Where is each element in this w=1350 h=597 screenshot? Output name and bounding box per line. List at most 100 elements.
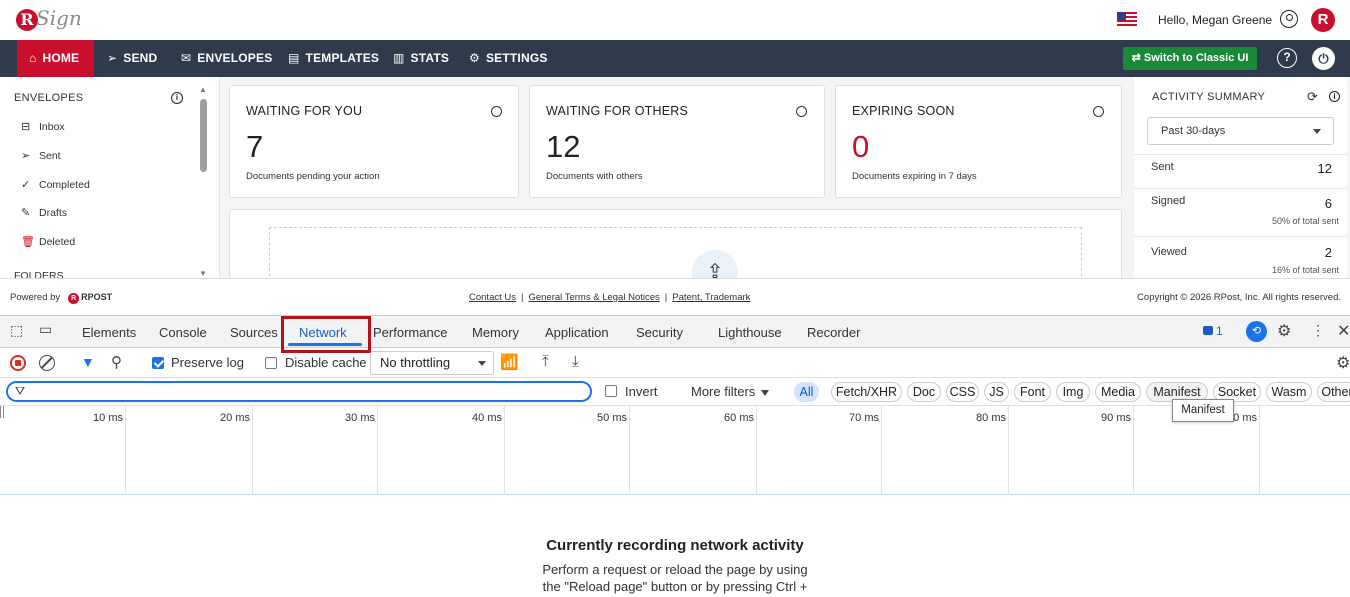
filter-chip-fetch-xhr[interactable]: Fetch/XHR <box>831 382 902 402</box>
patent-link[interactable]: Patent, Trademark <box>672 292 750 303</box>
filter-chip-media[interactable]: Media <box>1095 382 1141 402</box>
tab-application[interactable]: Application <box>545 325 609 340</box>
ai-assistant-icon[interactable]: ⟲ <box>1246 321 1267 342</box>
help-icon[interactable]: ? <box>1277 48 1297 68</box>
card-waiting-for-you[interactable]: WAITING FOR YOU 7 Documents pending your… <box>229 85 519 198</box>
tab-lighthouse[interactable]: Lighthouse <box>718 325 782 340</box>
scroll-down-icon[interactable]: ▼ <box>199 269 207 278</box>
terms-link[interactable]: General Terms & Legal Notices <box>528 292 659 303</box>
network-conditions-icon[interactable]: 📶 <box>500 353 519 371</box>
scroll-up-icon[interactable]: ▲ <box>199 85 207 94</box>
filter-chip-doc[interactable]: Doc <box>907 382 941 402</box>
contact-us-link[interactable]: Contact Us <box>469 292 516 303</box>
clock-icon <box>491 106 502 117</box>
nav-templates[interactable]: ▤ TEMPLATES <box>288 40 379 77</box>
gear-icon: ⚙ <box>469 51 480 65</box>
sidebar-scrollbar[interactable]: ▲ ▼ <box>199 85 208 278</box>
empty-state-line: Perform a request or reload the page by … <box>542 562 808 577</box>
activity-row-viewed: Viewed 2 16% of total sent <box>1134 236 1347 278</box>
nav-send[interactable]: ➢ SEND <box>107 40 157 77</box>
switch-classic-ui-button[interactable]: ⇄ Switch to Classic UI <box>1123 47 1257 70</box>
more-filters-dropdown[interactable]: More filters <box>691 384 770 399</box>
filter-chip-img[interactable]: Img <box>1056 382 1090 402</box>
network-settings-icon[interactable]: ⚙ <box>1336 353 1350 373</box>
tab-elements[interactable]: Elements <box>82 325 136 340</box>
rpost-logo[interactable]: R RPOST <box>68 292 112 304</box>
page-footer: Powered by R RPOST Contact Us | General Term… <box>0 278 1350 315</box>
filter-icon[interactable]: ▼ <box>81 354 95 370</box>
scrollbar-thumb[interactable] <box>200 99 207 172</box>
sidebar-item-drafts[interactable]: ✎ Drafts <box>21 206 67 219</box>
preserve-log-checkbox[interactable] <box>152 357 164 369</box>
us-flag-icon[interactable] <box>1117 12 1137 27</box>
stop-recording-icon[interactable] <box>10 355 26 371</box>
clock-icon <box>796 106 807 117</box>
clear-icon[interactable] <box>39 355 55 371</box>
filter-chip-font[interactable]: Font <box>1014 382 1051 402</box>
throttling-value: No throttling <box>380 355 451 370</box>
tick-line <box>1008 406 1009 495</box>
tab-recorder[interactable]: Recorder <box>807 325 860 340</box>
inbox-icon: ⊟ <box>21 121 31 133</box>
card-expiring-soon[interactable]: EXPIRING SOON 0 Documents expiring in 7 … <box>835 85 1122 198</box>
network-filterbar: ⛛ Invert More filters All Fetch/XHR Doc … <box>0 378 1350 406</box>
export-har-icon[interactable]: ⤓ <box>572 353 579 370</box>
tab-security[interactable]: Security <box>636 325 683 340</box>
period-select[interactable]: Past 30-days <box>1147 117 1334 145</box>
inspect-element-icon[interactable]: ⬚ <box>10 322 23 339</box>
import-har-icon[interactable]: ⤒ <box>542 353 549 370</box>
network-timeline-overview[interactable]: 10 ms 20 ms 30 ms 40 ms 50 ms 60 ms 70 m… <box>0 406 1350 495</box>
timeline-handle[interactable] <box>0 406 4 418</box>
nav-home[interactable]: ⌂ HOME <box>17 40 94 77</box>
card-waiting-for-others[interactable]: WAITING FOR OTHERS 12 Documents with oth… <box>529 85 825 198</box>
info-icon[interactable]: i <box>1329 91 1340 102</box>
search-icon[interactable]: ⚲ <box>111 353 122 371</box>
filter-chip-js[interactable]: JS <box>984 382 1009 402</box>
disable-cache-checkbox[interactable] <box>265 357 277 369</box>
powered-by-label: Powered by <box>10 292 61 303</box>
filter-chip-css[interactable]: CSS <box>946 382 979 402</box>
upload-dropzone[interactable]: ⇪ <box>269 227 1082 278</box>
tab-console[interactable]: Console <box>159 325 207 340</box>
upload-icon[interactable]: ⇪ <box>692 250 738 278</box>
close-icon[interactable]: ✕ <box>1337 321 1350 341</box>
device-toolbar-icon[interactable]: ▭ <box>39 321 52 338</box>
refresh-icon[interactable]: ⟳ <box>1307 89 1318 105</box>
info-icon[interactable]: i <box>171 92 183 104</box>
empty-state-line: the "Reload page" button or by pressing … <box>542 579 808 594</box>
invert-label[interactable]: Invert <box>625 384 658 399</box>
nav-envelopes[interactable]: ✉ ENVELOPES <box>181 40 272 77</box>
preserve-log-label[interactable]: Preserve log <box>171 355 244 370</box>
filter-chip-wasm[interactable]: Wasm <box>1266 382 1312 402</box>
manifest-tooltip: Manifest <box>1172 399 1234 422</box>
tick-label: 80 ms <box>976 412 1006 424</box>
sidebar-item-completed[interactable]: ✓ Completed <box>21 178 90 191</box>
more-options-icon[interactable]: ⋮ <box>1311 322 1325 339</box>
power-icon[interactable]: ⏻ <box>1312 47 1335 70</box>
send-icon: ➢ <box>107 51 118 65</box>
tab-sources[interactable]: Sources <box>230 325 278 340</box>
messages-badge[interactable]: 1 <box>1203 324 1223 338</box>
chevron-down-icon <box>1313 129 1321 134</box>
rsign-logo[interactable]: R Sign <box>16 6 82 31</box>
filter-input[interactable]: ⛛ <box>6 381 592 402</box>
user-profile-icon[interactable] <box>1280 10 1298 28</box>
gear-icon[interactable]: ⚙ <box>1277 321 1291 341</box>
nav-stats[interactable]: ▥ STATS <box>393 40 449 77</box>
sidebar-item-deleted[interactable]: 🗑 Deleted <box>21 235 75 248</box>
sidebar-item-label: Drafts <box>39 207 68 219</box>
nav-settings[interactable]: ⚙ SETTINGS <box>469 40 548 77</box>
tab-memory[interactable]: Memory <box>472 325 519 340</box>
sidebar-item-sent[interactable]: ➢ Sent <box>21 149 61 162</box>
sidebar-item-inbox[interactable]: ⊟ Inbox <box>21 120 65 133</box>
disable-cache-label[interactable]: Disable cache <box>285 355 367 370</box>
filter-chip-all[interactable]: All <box>794 382 819 402</box>
activity-row-sent: Sent 12 <box>1134 154 1347 188</box>
upload-panel: ⇪ <box>229 209 1122 278</box>
invert-checkbox[interactable] <box>605 385 617 397</box>
filter-chip-other[interactable]: Other <box>1317 382 1350 402</box>
message-icon <box>1203 326 1213 335</box>
throttling-select[interactable]: No throttling <box>370 351 494 375</box>
avatar[interactable]: R <box>1311 8 1335 32</box>
tab-performance[interactable]: Performance <box>373 325 447 340</box>
